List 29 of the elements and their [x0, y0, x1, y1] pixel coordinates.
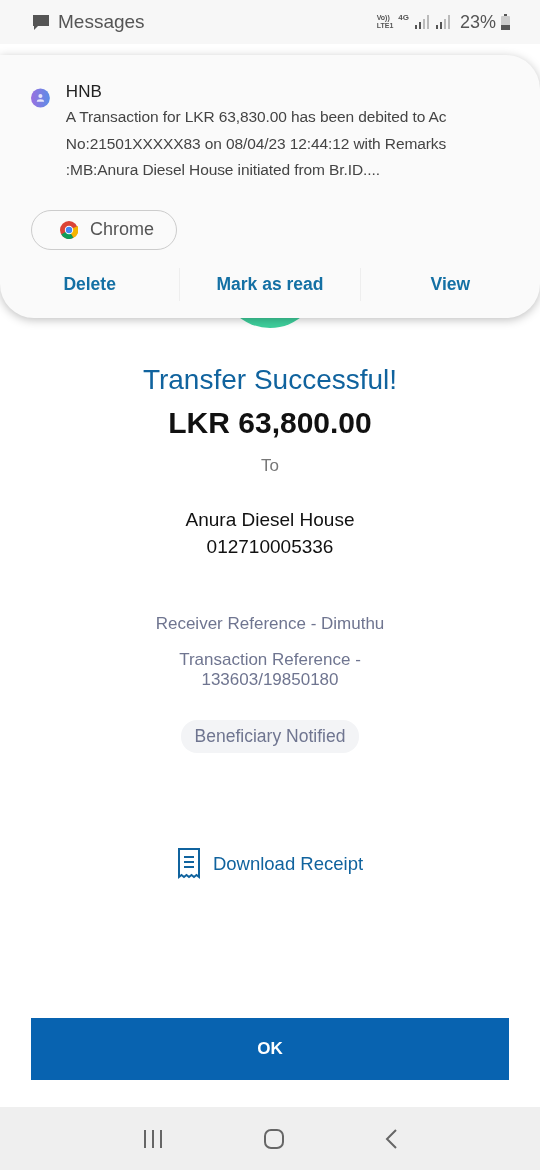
transfer-amount: LKR 63,800.00 [168, 406, 372, 440]
action-button[interactable]: Delete [0, 267, 180, 301]
battery-icon [501, 14, 510, 30]
signal-icon [434, 15, 451, 29]
message-text: A Transaction for LKR 63,830.00 has been debited to Ac No:21501XXXXX83 on 08/04/23 12:44:12 with Remarks :MB:Anura Diesel House initiated from Br.ID.... [65, 107, 448, 180]
home-icon[interactable] [263, 1127, 285, 1150]
payee-name: Anura Diesel House [185, 508, 355, 532]
success-title: Transfer Successful! [142, 364, 398, 396]
payee-account: 012710005336 [206, 535, 334, 559]
message-icon [32, 13, 50, 31]
sender-name: HNB [65, 81, 103, 103]
transaction-reference-label: Transaction Reference - [179, 650, 361, 670]
status-badge: Beneficiary Notified [180, 720, 360, 753]
network-type: 4G [398, 13, 409, 22]
signal-icon [413, 15, 430, 29]
action-button[interactable]: View [359, 267, 540, 301]
receiver-reference: Receiver Reference - Dimuthu [155, 614, 385, 634]
download-link[interactable]: Download Receipt [176, 848, 364, 880]
back-icon[interactable] [384, 1127, 399, 1150]
app-name: Messages [58, 11, 145, 33]
ok-button[interactable]: OK [31, 1018, 509, 1080]
receipt-icon [176, 848, 201, 880]
to-label: To [261, 456, 279, 476]
app-chip[interactable]: Chrome [31, 209, 178, 250]
recents-icon[interactable] [141, 1128, 164, 1149]
chrome-icon [60, 220, 78, 239]
action-button[interactable]: Mark as read [179, 267, 360, 301]
transaction-reference: 133603/19850180 [200, 670, 340, 690]
battery-level: 23% [459, 11, 496, 33]
